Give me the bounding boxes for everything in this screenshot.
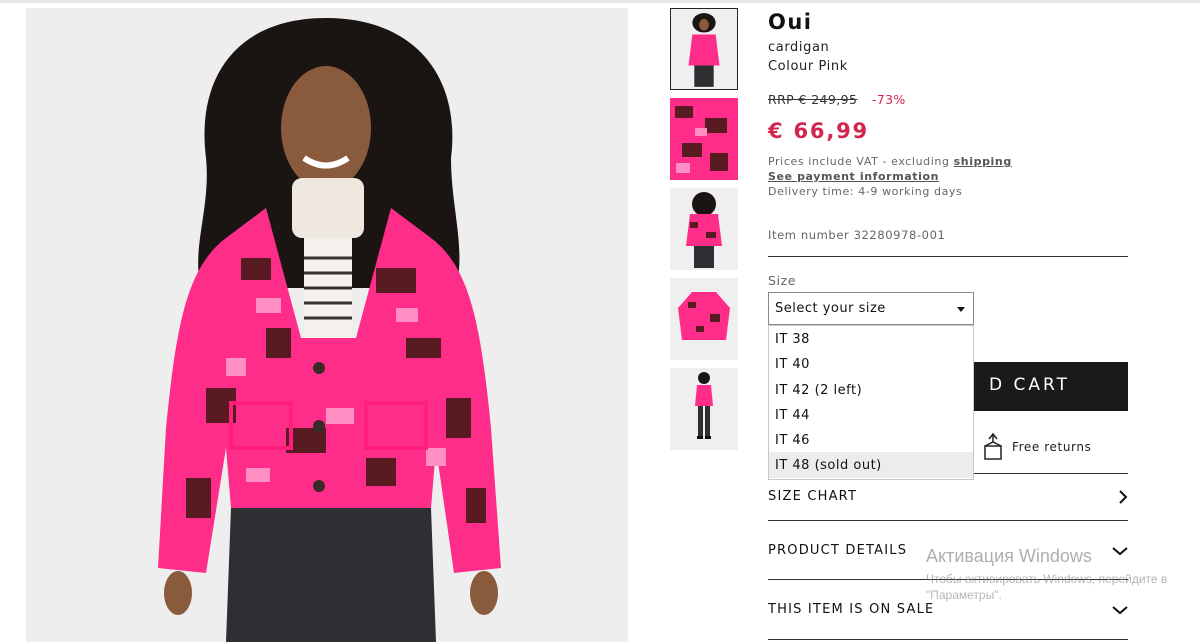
divider [768, 639, 1128, 640]
main-product-image[interactable] [26, 8, 628, 642]
accordion-on-sale[interactable]: THIS ITEM IS ON SALE [768, 595, 1128, 625]
return-box-icon [984, 432, 1002, 460]
product-type: cardigan [768, 40, 830, 55]
free-returns[interactable]: Free returns [982, 432, 1128, 462]
size-option[interactable]: IT 46 [769, 427, 973, 452]
thumbnail-back-view[interactable] [670, 188, 738, 270]
vat-info: Prices include VAT - excluding shipping [768, 155, 1012, 168]
shipping-link[interactable]: shipping [954, 155, 1012, 168]
accordion-label: THIS ITEM IS ON SALE [768, 602, 935, 617]
chevron-down-icon [1112, 547, 1128, 556]
size-option[interactable]: IT 38 [769, 326, 973, 351]
size-option[interactable]: IT 44 [769, 402, 973, 427]
size-select[interactable]: Select your size [768, 292, 974, 325]
discount-badge: -73% [872, 92, 906, 107]
vat-text: Prices include VAT - excluding [768, 155, 954, 168]
delivery-time: Delivery time: 4-9 working days [768, 185, 963, 198]
size-option-sold-out[interactable]: IT 48 (sold out) [769, 452, 973, 478]
chevron-down-icon [1112, 606, 1128, 615]
item-number: Item number 32280978-001 [768, 228, 946, 242]
size-dropdown: IT 38 IT 40 IT 42 (2 left) IT 44 IT 46 I… [768, 325, 974, 480]
top-border [0, 0, 1200, 3]
accordion-label: PRODUCT DETAILS [768, 543, 908, 558]
size-option[interactable]: IT 42 (2 left) [769, 377, 973, 402]
accordion-label: SIZE CHART [768, 489, 858, 504]
size-option[interactable]: IT 40 [769, 351, 973, 376]
thumbnail-fabric-detail[interactable] [670, 98, 738, 180]
free-returns-label: Free returns [1012, 440, 1092, 454]
thumbnail-front-view[interactable] [670, 8, 738, 90]
payment-info-link[interactable]: See payment information [768, 170, 939, 183]
accordion-product-details[interactable]: PRODUCT DETAILS [768, 536, 1128, 566]
thumbnail-full-body[interactable] [670, 368, 738, 450]
size-select-value: Select your size [775, 301, 886, 316]
product-colour: Colour Pink [768, 59, 848, 74]
current-price: € 66,99 [768, 119, 869, 143]
divider [768, 520, 1128, 521]
thumbnail-flat-lay[interactable] [670, 278, 738, 360]
divider [768, 579, 1128, 580]
brand-name[interactable]: Oui [768, 10, 813, 34]
chevron-right-icon [1119, 490, 1128, 504]
accordion-size-chart[interactable]: SIZE CHART [768, 482, 1128, 512]
caret-down-icon [957, 307, 965, 312]
rrp-price: RRP € 249,95 [768, 92, 858, 107]
size-label: Size [768, 273, 797, 288]
divider [768, 256, 1128, 257]
